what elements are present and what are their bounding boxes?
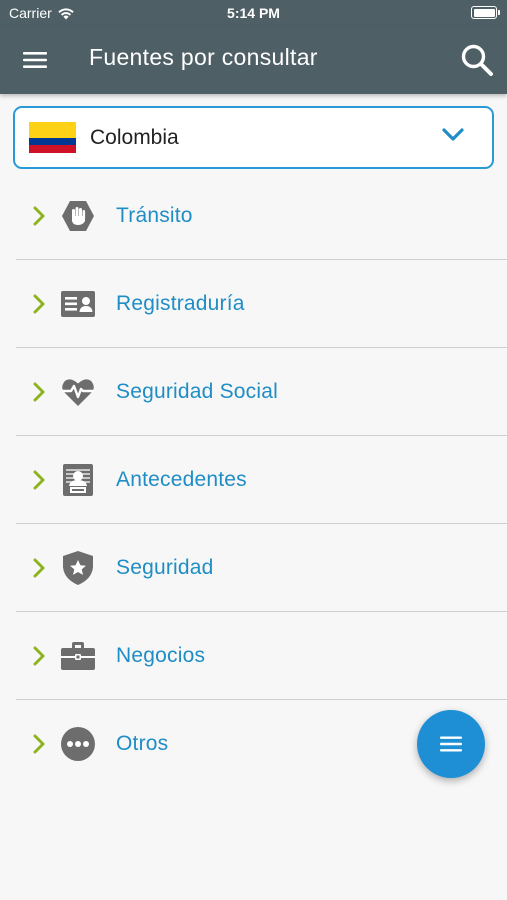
category-seguridad-social[interactable]: Seguridad Social: [16, 348, 507, 436]
status-bar: Carrier 5:14 PM: [0, 0, 507, 26]
criminal-record-icon: [60, 463, 96, 497]
category-label: Registraduría: [116, 292, 245, 315]
category-label: Antecedentes: [116, 468, 247, 491]
category-seguridad[interactable]: Seguridad: [16, 524, 507, 612]
category-negocios[interactable]: Negocios: [16, 612, 507, 700]
country-dropdown[interactable]: Colombia: [13, 106, 494, 169]
colombia-flag-icon: [29, 122, 76, 153]
chevron-right-icon: [33, 734, 45, 754]
category-label: Negocios: [116, 644, 206, 667]
shield-star-icon: [60, 551, 96, 585]
page-title: Fuentes por consultar: [89, 44, 318, 70]
selected-country: Colombia: [90, 125, 179, 149]
category-label: Tránsito: [116, 204, 193, 227]
category-list: Tránsito Registraduría Seguridad Social …: [16, 172, 507, 788]
hamburger-icon: [23, 52, 47, 68]
fab-menu-button[interactable]: [417, 710, 485, 778]
chevron-right-icon: [33, 206, 45, 226]
chevron-down-icon: [442, 128, 464, 141]
chevron-right-icon: [33, 382, 45, 402]
list-icon: [440, 736, 462, 752]
category-label: Seguridad: [116, 556, 214, 579]
heartbeat-icon: [60, 375, 96, 409]
chevron-right-icon: [33, 558, 45, 578]
chevron-right-icon: [33, 470, 45, 490]
category-label: Otros: [116, 732, 169, 755]
id-card-icon: [60, 287, 96, 321]
category-transito[interactable]: Tránsito: [16, 172, 507, 260]
battery-icon: [471, 6, 500, 19]
chevron-right-icon: [33, 646, 45, 666]
clock: 5:14 PM: [227, 5, 280, 21]
menu-button[interactable]: [20, 46, 50, 74]
briefcase-icon: [60, 639, 96, 673]
search-icon: [461, 44, 493, 76]
more-dots-icon: [60, 727, 96, 761]
category-registraduria[interactable]: Registraduría: [16, 260, 507, 348]
category-antecedentes[interactable]: Antecedentes: [16, 436, 507, 524]
chevron-right-icon: [33, 294, 45, 314]
search-button[interactable]: [457, 40, 497, 80]
app-bar: Fuentes por consultar: [0, 26, 507, 94]
hand-stop-icon: [60, 199, 96, 233]
category-label: Seguridad Social: [116, 380, 278, 403]
